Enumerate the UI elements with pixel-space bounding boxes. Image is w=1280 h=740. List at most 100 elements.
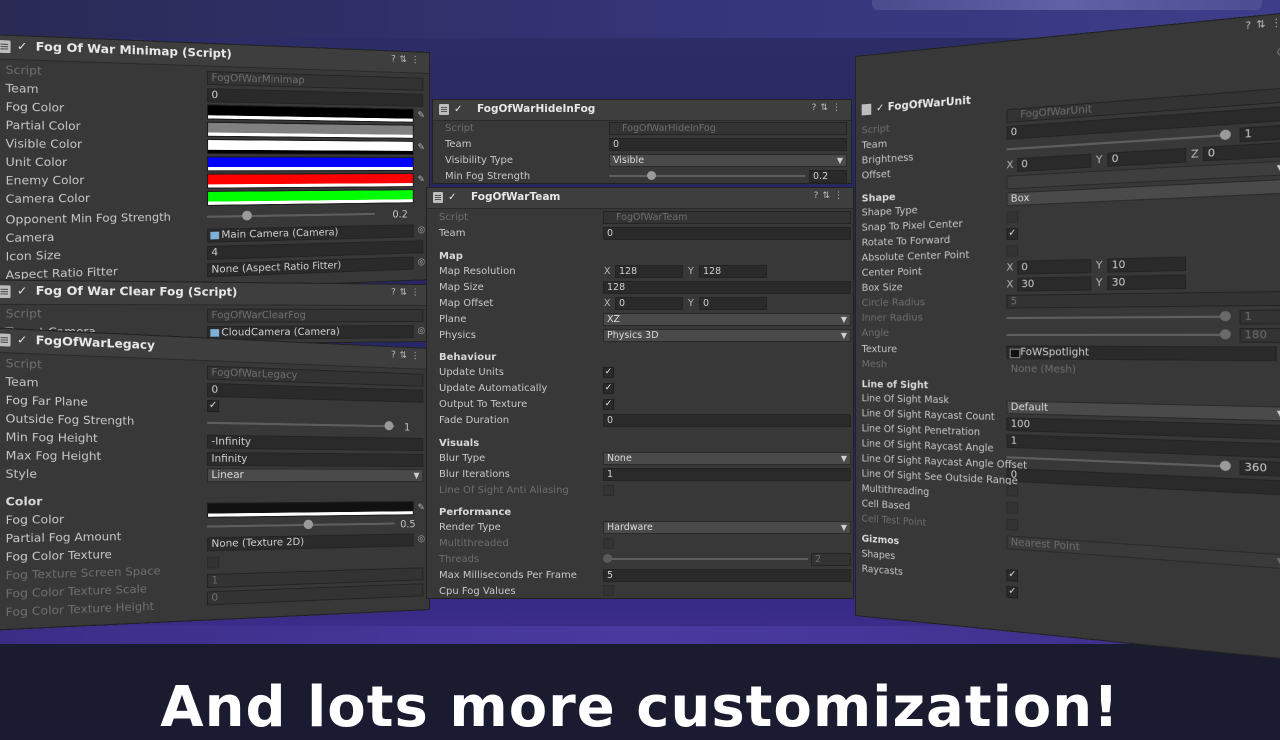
axis-x-label: X <box>604 298 611 309</box>
rotate-forward-checkbox[interactable]: ✓ <box>1006 228 1018 240</box>
eyedropper-icon[interactable]: ✎ <box>418 111 428 121</box>
enabled-checkbox[interactable]: ✓ <box>876 103 884 115</box>
offset-x-field[interactable]: 0 <box>1017 154 1091 172</box>
target-camera-field[interactable]: CloudCamera (Camera) <box>207 325 414 340</box>
enabled-checkbox[interactable]: ✓ <box>17 42 30 54</box>
header-icons[interactable]: ?⇅⋮ <box>812 103 845 113</box>
output-texture-checkbox[interactable]: ✓ <box>603 399 614 410</box>
outside-fog-slider[interactable] <box>207 416 394 432</box>
los-see-outside-checkbox[interactable] <box>1006 485 1018 497</box>
map-off-x-field[interactable]: 0 <box>615 297 683 310</box>
map-size-field[interactable]: 128 <box>603 281 851 294</box>
enabled-checkbox[interactable]: ✓ <box>17 335 30 347</box>
team-label: Team <box>6 376 39 390</box>
unit-color-swatch[interactable] <box>207 156 414 171</box>
brightness-label: Brightness <box>862 152 914 166</box>
cell-based-checkbox[interactable] <box>1006 518 1018 530</box>
fog-color-swatch[interactable] <box>207 104 414 122</box>
update-units-checkbox[interactable]: ✓ <box>603 367 614 378</box>
update-auto-checkbox[interactable]: ✓ <box>603 383 614 394</box>
object-picker-icon[interactable]: ◎ <box>418 534 426 544</box>
visibility-type-dropdown[interactable]: Visible ▼ <box>609 154 847 167</box>
tex-scale-label: Fog Color Texture Scale <box>6 584 147 602</box>
outside-fog-value[interactable]: 1 <box>404 422 410 433</box>
map-res-x-field[interactable]: 128 <box>615 265 683 278</box>
opponent-min-fog-slider[interactable] <box>207 208 375 223</box>
header-icons[interactable]: ?⇅⋮ <box>1245 17 1280 33</box>
enemy-color-swatch[interactable] <box>207 173 414 189</box>
script-icon <box>862 104 872 116</box>
fade-duration-field[interactable]: 0 <box>603 414 851 427</box>
center-x-field[interactable]: 0 <box>1017 259 1091 275</box>
fog-color-swatch[interactable] <box>207 501 414 518</box>
blur-type-dropdown[interactable]: None ▼ <box>603 452 851 465</box>
camera-field[interactable]: Main Camera (Camera) <box>207 224 414 242</box>
fog-color-texture-field[interactable]: None (Texture 2D) <box>207 533 414 551</box>
enabled-checkbox[interactable]: ✓ <box>17 287 30 299</box>
team-field[interactable]: 0 <box>207 383 423 403</box>
render-type-dropdown[interactable]: Hardware ▼ <box>603 521 851 534</box>
los-aa-label: Line Of Sight Anti Aliasing <box>439 485 569 496</box>
clearfog-header[interactable]: ✓ Fog Of War Clear Fog (Script) ?⇅⋮ <box>0 281 429 306</box>
mesh-field[interactable]: None (Mesh) <box>1006 362 1276 379</box>
map-res-y-field[interactable]: 128 <box>699 265 767 278</box>
physics-dropdown[interactable]: Physics 3D ▼ <box>603 329 851 342</box>
partial-fog-amount-value[interactable]: 0.5 <box>400 519 415 530</box>
max-fog-height-field[interactable]: Infinity <box>207 452 423 467</box>
eyedropper-icon[interactable]: ✎ <box>418 143 428 153</box>
los-raycast-angle-value[interactable]: 360 <box>1239 460 1280 477</box>
eyedropper-icon[interactable]: ✎ <box>418 175 428 185</box>
aspect-ratio-field[interactable]: None (Aspect Ratio Fitter) <box>207 257 414 278</box>
box-y-field[interactable]: 30 <box>1107 274 1186 290</box>
box-x-field[interactable]: 30 <box>1017 276 1091 291</box>
plane-dropdown[interactable]: XZ ▼ <box>603 313 851 326</box>
snap-pixel-checkbox[interactable] <box>1006 211 1018 223</box>
center-y-field[interactable]: 10 <box>1107 257 1186 273</box>
raycasts-checkbox[interactable]: ✓ <box>1006 586 1018 599</box>
team-header[interactable]: ✓ FogOfWarTeam ?⇅⋮ <box>427 188 853 209</box>
threads-label: Threads <box>439 554 479 565</box>
object-picker-icon[interactable]: ◎ <box>418 257 426 267</box>
team-field[interactable]: 0 <box>609 138 847 151</box>
header-icons[interactable]: ?⇅⋮ <box>391 350 423 362</box>
object-picker-icon[interactable]: ◎ <box>418 326 426 336</box>
angle-value: 180 <box>1239 328 1280 343</box>
header-icons[interactable]: ?⇅⋮ <box>391 288 423 298</box>
shapes-checkbox[interactable]: ✓ <box>1006 569 1018 582</box>
header-icons[interactable]: ?⇅⋮ <box>391 54 423 65</box>
box-size-label: Box Size <box>862 282 903 294</box>
min-fog-strength-slider[interactable] <box>609 170 805 182</box>
script-icon <box>433 192 443 203</box>
visible-color-swatch[interactable] <box>207 139 414 155</box>
blur-iterations-field[interactable]: 1 <box>603 468 851 481</box>
abs-center-checkbox[interactable] <box>1006 245 1018 257</box>
tex-screen-space-checkbox <box>207 556 219 568</box>
max-ms-field[interactable]: 5 <box>603 569 851 582</box>
multithreading-checkbox[interactable] <box>1006 502 1018 514</box>
opponent-min-fog-value[interactable]: 0.2 <box>392 209 407 220</box>
enabled-checkbox[interactable]: ✓ <box>454 105 464 115</box>
brightness-value[interactable]: 1 <box>1239 124 1280 142</box>
camera-color-swatch[interactable] <box>207 189 414 206</box>
cpu-fog-checkbox[interactable] <box>603 585 614 596</box>
style-dropdown[interactable]: Linear ▼ <box>207 468 423 482</box>
texture-field[interactable]: FoWSpotlight <box>1006 345 1276 361</box>
map-off-y-field[interactable]: 0 <box>699 297 767 310</box>
partial-fog-amount-slider[interactable] <box>207 517 394 533</box>
team-field[interactable]: 0 <box>207 88 423 107</box>
inner-radius-label: Inner Radius <box>862 312 923 324</box>
fog-far-plane-checkbox[interactable]: ✓ <box>207 400 219 412</box>
min-fog-strength-value[interactable]: 0.2 <box>809 170 847 183</box>
script-field: FogOfWarClearFog <box>207 309 423 323</box>
enabled-checkbox[interactable]: ✓ <box>448 193 458 203</box>
max-ms-label: Max Milliseconds Per Frame <box>439 570 577 581</box>
max-fog-height-label: Max Fog Height <box>6 450 102 463</box>
min-fog-height-field[interactable]: -Infinity <box>207 435 423 451</box>
offset-y-field[interactable]: 0 <box>1107 148 1186 167</box>
team-field[interactable]: 0 <box>603 227 851 240</box>
header-icons[interactable]: ?⇅⋮ <box>814 191 847 201</box>
offset-z-field[interactable]: 0 <box>1203 142 1280 162</box>
partial-color-swatch[interactable] <box>207 122 414 139</box>
object-picker-icon[interactable]: ◎ <box>418 225 426 235</box>
hideinfog-header[interactable]: ✓ FogOfWarHideInFog ?⇅⋮ <box>433 100 851 121</box>
